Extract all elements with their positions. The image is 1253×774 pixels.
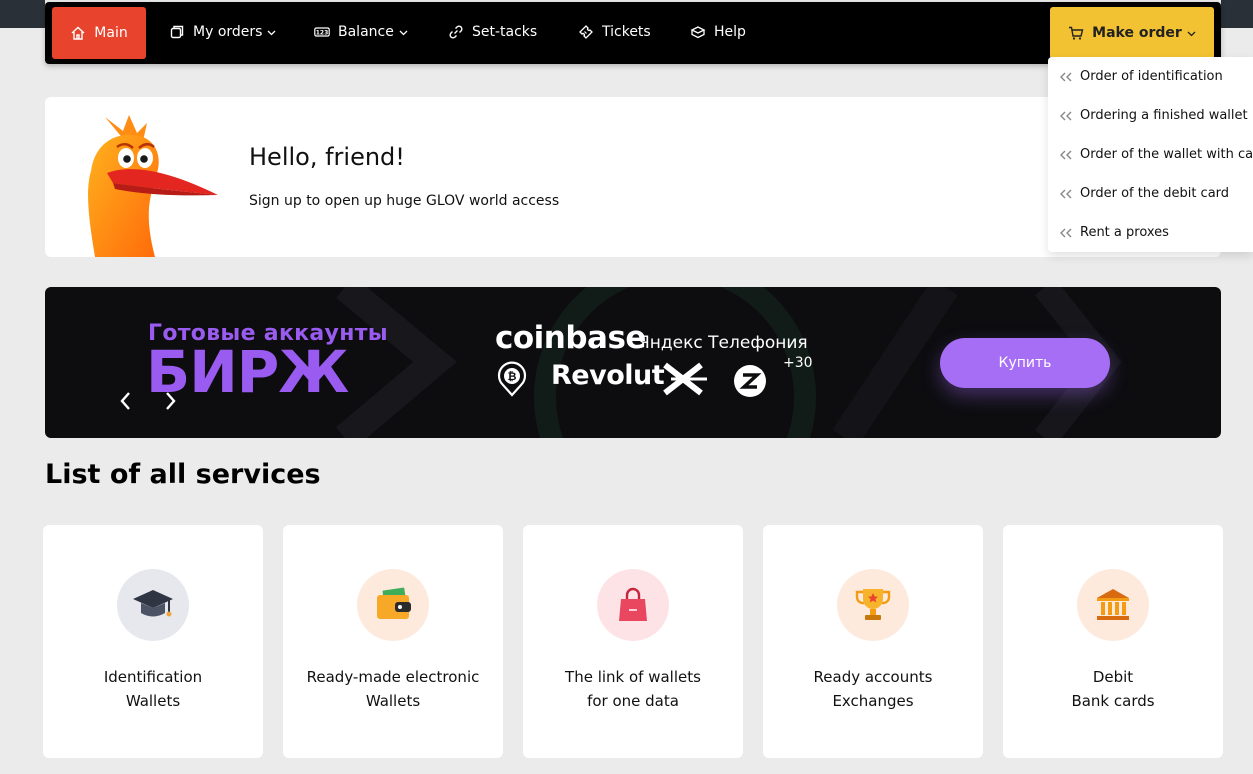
nav-help-label: Help: [714, 24, 746, 40]
link-icon: [448, 24, 464, 40]
make-order-button[interactable]: Make order: [1050, 7, 1214, 59]
bank-icon: [1097, 589, 1129, 620]
buy-button[interactable]: Купить: [940, 338, 1110, 388]
wallet-icon: [377, 587, 411, 619]
arrows-icon: [1060, 111, 1072, 121]
service-icon-bg: [597, 569, 669, 641]
chevron-down-icon: [399, 28, 408, 37]
service-label: Ready accounts Exchanges: [813, 668, 933, 710]
svg-text:₿: ₿: [508, 370, 517, 383]
yandex-telephony-logo: Яндекс Телефония: [638, 333, 808, 353]
service-card-identification[interactable]: Identification Wallets: [43, 525, 263, 758]
service-card-exchange-accounts[interactable]: Ready accounts Exchanges: [763, 525, 983, 758]
nav-set-tacks[interactable]: Set-tacks: [448, 2, 537, 62]
trophy-icon: [855, 589, 891, 620]
more-brands-count: +30: [783, 355, 813, 371]
ticket-icon: [578, 24, 594, 40]
arrows-icon: [1060, 150, 1072, 160]
arrows-icon: [1060, 189, 1072, 199]
service-label: Ready-made electronic Wallets: [306, 668, 480, 710]
numbers-icon: 123: [314, 24, 330, 40]
service-icon-bg: [837, 569, 909, 641]
dropdown-item-finished-wallet[interactable]: Ordering a finished wallet: [1048, 96, 1253, 135]
revolut-logo: Revolut: [551, 360, 665, 391]
service-icon-bg: [1077, 569, 1149, 641]
hello-title: Hello, friend!: [249, 143, 405, 171]
navbar: Main My orders 123 Balance Set-tacks Tic…: [45, 2, 1221, 64]
promo-banner[interactable]: Готовые аккаунты БИРЖ coinbase Яндекс Те…: [45, 287, 1221, 438]
nav-main-label: Main: [94, 25, 128, 41]
cart-icon: [1068, 25, 1084, 41]
service-label: The link of wallets for one data: [565, 668, 701, 710]
service-card-debit-cards[interactable]: Debit Bank cards: [1003, 525, 1223, 758]
hello-card: Hello, friend! Sign up to open up huge G…: [45, 97, 1221, 257]
shopping-bag-icon: [619, 587, 647, 621]
help-box-icon: [690, 24, 706, 40]
service-icon-bg: [357, 569, 429, 641]
dropdown-item-wallet-with-card[interactable]: Order of the wallet with ca: [1048, 135, 1253, 174]
dropdown-item-rent-proxy[interactable]: Rent a proxes: [1048, 213, 1253, 252]
chevron-left-icon: [120, 392, 130, 410]
carousel-next-button[interactable]: [162, 390, 178, 412]
exchange-x-logo-icon: [663, 362, 707, 396]
arrows-icon: [1060, 228, 1072, 238]
make-order-dropdown: Order of identification Ordering a finis…: [1048, 57, 1253, 252]
zcash-logo-icon: [734, 365, 766, 397]
service-label: Identification Wallets: [103, 668, 203, 710]
dropdown-item-debit-card[interactable]: Order of the debit card: [1048, 174, 1253, 213]
hello-subtitle: Sign up to open up huge GLOV world acces…: [249, 193, 560, 209]
nav-main[interactable]: Main: [52, 7, 146, 59]
service-card-ready-wallets[interactable]: Ready-made electronic Wallets: [283, 525, 503, 758]
nav-my-orders[interactable]: My orders: [169, 2, 276, 62]
mascot-bird-image: [88, 115, 218, 257]
services-title: List of all services: [45, 459, 321, 490]
home-icon: [70, 25, 86, 41]
service-icon-bg: [117, 569, 189, 641]
carousel-prev-button[interactable]: [118, 390, 134, 412]
nav-balance-label: Balance: [338, 24, 394, 40]
arrows-icon: [1060, 72, 1072, 82]
bitcoin-pin-icon: ₿: [497, 361, 527, 397]
nav-balance[interactable]: 123 Balance: [314, 2, 408, 62]
make-order-label: Make order: [1092, 25, 1182, 41]
service-card-wallet-links[interactable]: The link of wallets for one data: [523, 525, 743, 758]
nav-tickets-label: Tickets: [602, 24, 651, 40]
nav-my-orders-label: My orders: [193, 24, 263, 40]
chevron-down-icon: [1187, 29, 1196, 38]
chevron-down-icon: [267, 28, 276, 37]
nav-help[interactable]: Help: [690, 2, 746, 62]
nav-tickets[interactable]: Tickets: [578, 2, 651, 62]
svg-text:123: 123: [316, 30, 329, 37]
copy-icon: [169, 24, 185, 40]
graduation-cap-icon: [133, 590, 173, 617]
chevron-right-icon: [166, 392, 176, 410]
coinbase-logo: coinbase: [495, 320, 646, 356]
dropdown-item-identification[interactable]: Order of identification: [1048, 57, 1253, 96]
service-label: Debit Bank cards: [1071, 668, 1155, 710]
nav-set-tacks-label: Set-tacks: [472, 24, 538, 40]
